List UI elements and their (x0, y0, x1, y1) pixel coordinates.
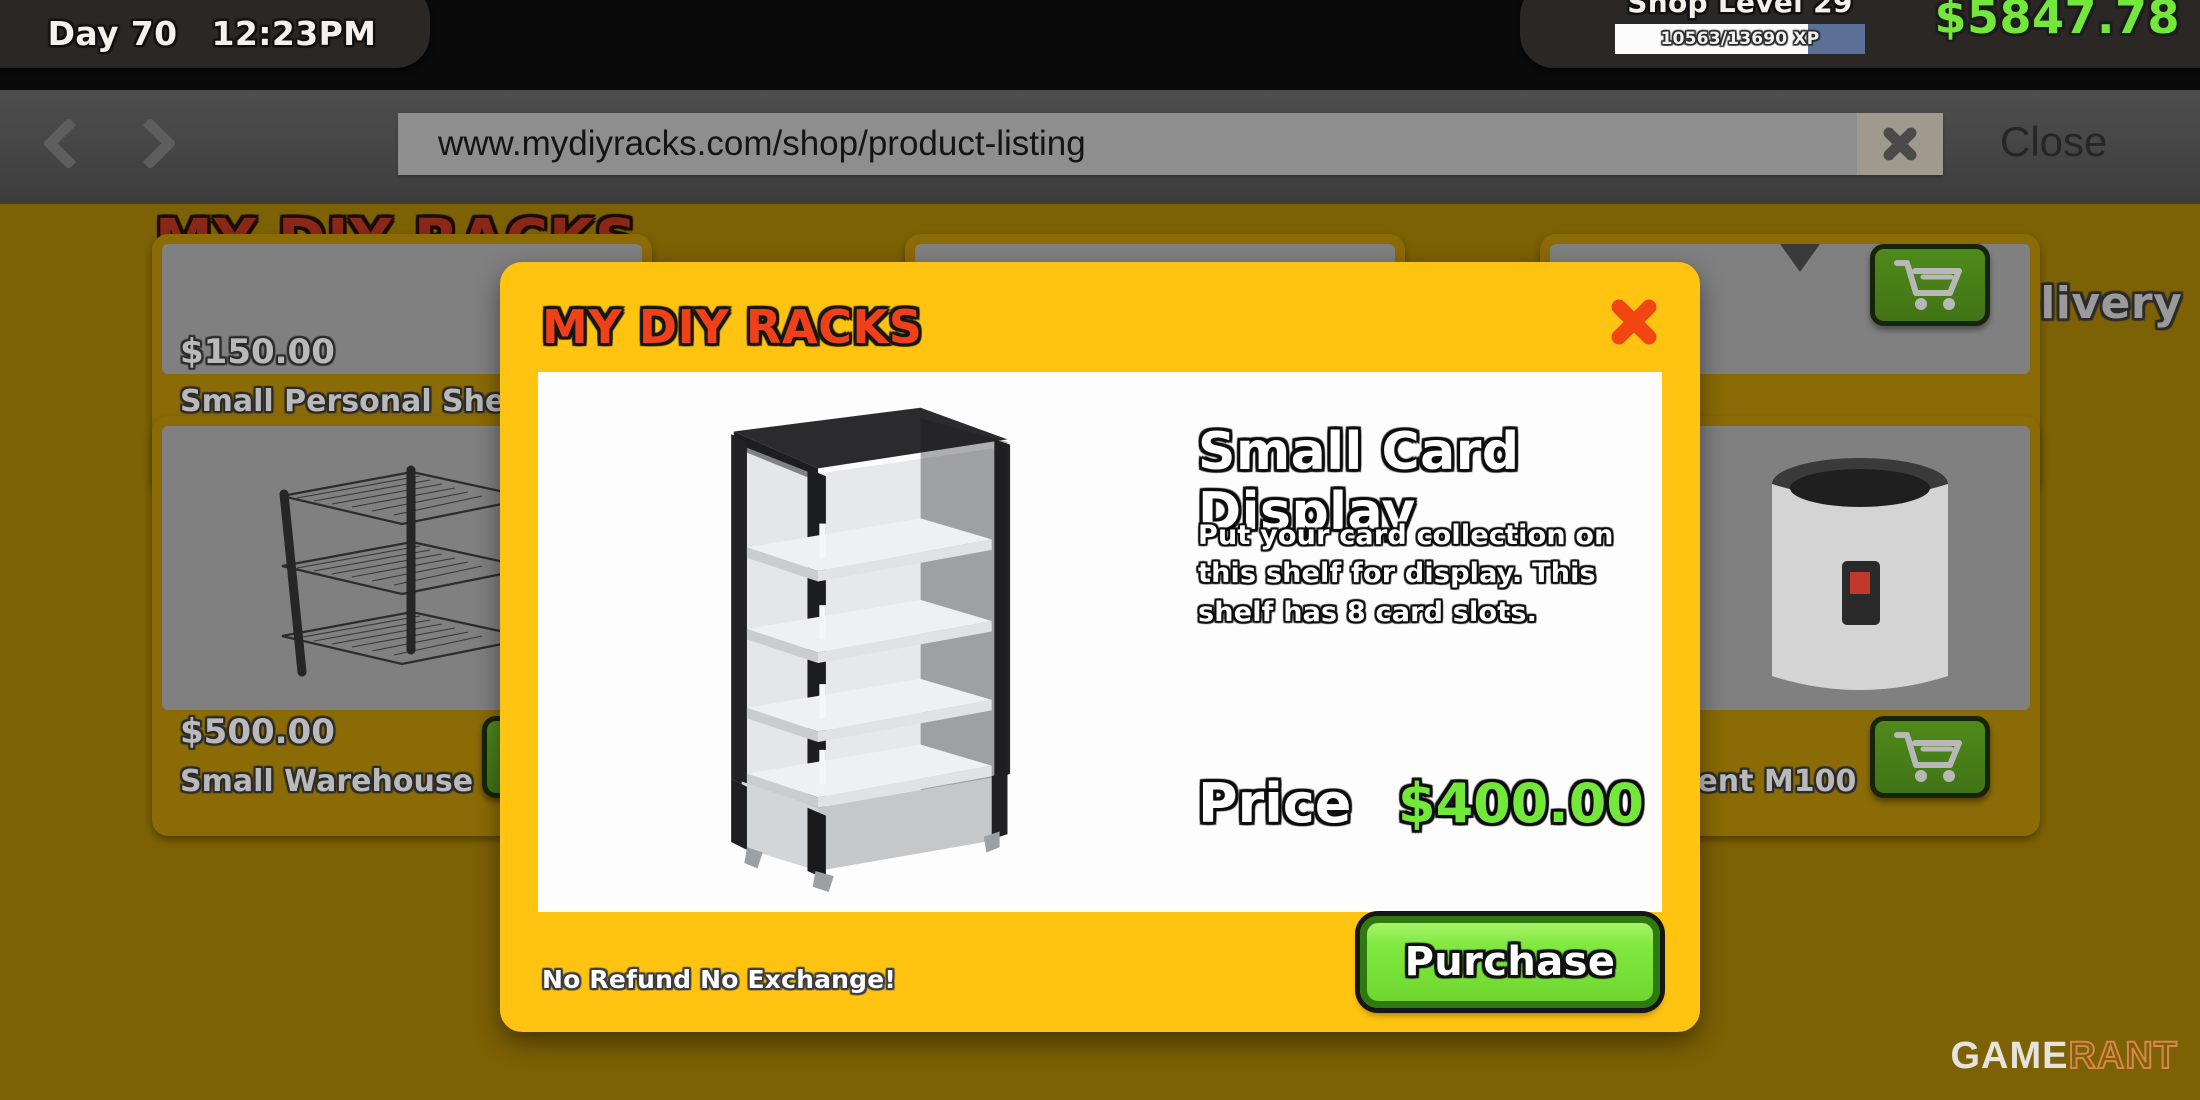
no-refund-notice: No Refund No Exchange! (542, 965, 897, 994)
x-clear-icon (1883, 127, 1917, 161)
product-description: Put your card collection on this shelf f… (1198, 520, 1614, 628)
product-card-price: $500.00 (180, 712, 335, 752)
modal-title: MY DIY RACKS (542, 300, 923, 354)
url-clear-button[interactable] (1857, 113, 1943, 175)
xp-progress-text: 10563/13690 XP (1660, 29, 1820, 49)
shopping-cart-icon (1894, 732, 1962, 782)
browser-forward-button[interactable] (122, 112, 178, 174)
price-label: Price (1198, 772, 1352, 835)
shopping-cart-icon (1894, 260, 1962, 310)
watermark-part-2: RANT (2067, 1034, 2178, 1078)
money-balance: $5847.78 (1934, 0, 2180, 44)
close-x-icon (1611, 299, 1657, 345)
product-detail-modal: MY DIY RACKS Small Card Display Put your… (500, 262, 1700, 1032)
hud-time: 12:23PM (211, 13, 377, 53)
shop-level-label: Shop Level 29 (1627, 0, 1853, 19)
purchase-button[interactable]: Purchase (1360, 916, 1660, 1008)
game-screen: MY DIY RACKS We Got Every nline FREE Del… (0, 0, 2200, 1100)
browser-back-button[interactable] (40, 112, 96, 174)
hud-day-time-panel: Day 70 12:23PM (0, 0, 430, 68)
url-text: www.mydiyracks.com/shop/product-listing (438, 124, 1086, 163)
hud-level-money-panel: Shop Level 29 10563/13690 XP $5847.78 (1520, 0, 2200, 68)
product-card-name: Small Personal Shelf (180, 384, 529, 419)
browser-close-button[interactable]: Close (2000, 118, 2107, 166)
watermark-part-1: GAME (1950, 1035, 2069, 1077)
purchase-button-label: Purchase (1404, 939, 1616, 985)
modal-close-button[interactable] (1606, 294, 1662, 350)
gamerant-watermark: GAMERANT (1950, 1034, 2178, 1078)
chevron-right-icon (123, 116, 177, 170)
price-value: $400.00 (1398, 772, 1644, 835)
chevron-left-icon (41, 116, 95, 170)
display-cabinet-image (731, 407, 1011, 892)
xp-progress-bar: 10563/13690 XP (1615, 24, 1865, 54)
add-to-cart-button[interactable] (1870, 244, 1990, 326)
product-card-price: $150.00 (180, 332, 335, 372)
product-image (658, 392, 1078, 892)
shop-level-block: Shop Level 29 10563/13690 XP (1560, 0, 1920, 54)
add-to-cart-button[interactable] (1870, 716, 1990, 798)
url-bar[interactable]: www.mydiyracks.com/shop/product-listing (398, 113, 1943, 175)
hud-day: Day 70 (47, 13, 178, 53)
modal-content: Small Card Display Put your card collect… (538, 372, 1662, 912)
